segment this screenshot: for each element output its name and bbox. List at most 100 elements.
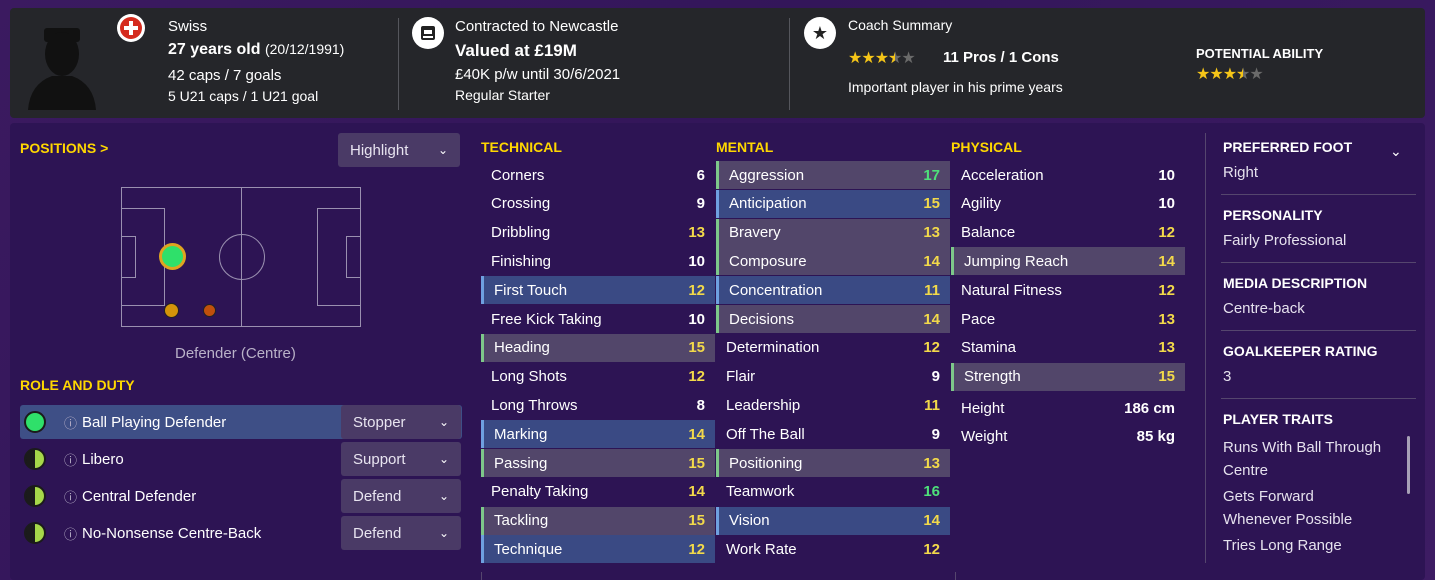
- goalkeeper-rating-value: 3: [1223, 368, 1232, 385]
- attribute-row[interactable]: Composure 14: [716, 247, 950, 276]
- duty-dropdown[interactable]: Support ⌄: [341, 442, 461, 476]
- duty-label: Defend: [353, 524, 402, 542]
- attribute-name: Composure: [729, 252, 807, 270]
- height-value: 186 cm: [1124, 399, 1175, 417]
- attribute-name: Long Throws: [491, 396, 578, 414]
- attribute-row[interactable]: Tackling 15: [481, 506, 715, 535]
- attribute-row[interactable]: Marking 14: [481, 420, 715, 449]
- position-pitch: [121, 187, 361, 327]
- attribute-row[interactable]: Vision 14: [716, 506, 950, 535]
- attribute-row[interactable]: Pace 13: [951, 305, 1185, 333]
- traits-scrollbar[interactable]: [1407, 436, 1410, 494]
- natural-position-dot[interactable]: [159, 243, 186, 270]
- attribute-row[interactable]: Strength 15: [951, 362, 1185, 391]
- attribute-row[interactable]: Anticipation 15: [716, 189, 950, 218]
- attribute-row[interactable]: Balance 12: [951, 219, 1185, 247]
- pros-cons: 11 Pros / 1 Cons: [943, 49, 1059, 66]
- contract-club: Contracted to Newcastle: [455, 18, 619, 35]
- info-icon[interactable]: ⓘ: [64, 487, 77, 506]
- unconvincing-position-dot[interactable]: [203, 304, 216, 317]
- highlight-label: Highlight: [350, 141, 409, 159]
- attribute-row[interactable]: Bravery 13: [716, 218, 950, 247]
- attribute-value: 13: [923, 454, 940, 472]
- attribute-value: 8: [696, 396, 705, 414]
- attribute-row[interactable]: Finishing 10: [481, 247, 715, 275]
- attribute-value: 11: [924, 396, 940, 414]
- attribute-row[interactable]: First Touch 12: [481, 276, 715, 305]
- attribute-row[interactable]: Determination 12: [716, 334, 950, 362]
- attribute-value: 12: [688, 368, 705, 386]
- attribute-row[interactable]: Passing 15: [481, 449, 715, 477]
- attribute-row[interactable]: Teamwork 16: [716, 478, 950, 506]
- duty-dropdown[interactable]: Defend ⌄: [341, 479, 461, 513]
- role-suitability-icon: [24, 485, 46, 507]
- duty-label: Support: [353, 450, 406, 468]
- duty-dropdown[interactable]: Stopper ⌄: [341, 405, 461, 439]
- attribute-value: 13: [688, 224, 705, 242]
- attribute-name: Decisions: [729, 310, 795, 328]
- height-row: Height 186 cm: [951, 394, 1185, 422]
- attribute-value: 15: [688, 512, 705, 530]
- attribute-row[interactable]: Decisions 14: [716, 305, 950, 333]
- attribute-row[interactable]: Dribbling 13: [481, 219, 715, 247]
- info-icon[interactable]: ⓘ: [64, 450, 77, 469]
- attribute-row[interactable]: Leadership 11: [716, 391, 950, 419]
- divider: [1221, 194, 1416, 195]
- accomplished-position-dot[interactable]: [164, 303, 179, 318]
- divider: [1221, 398, 1416, 399]
- attribute-row[interactable]: Jumping Reach 14: [951, 247, 1185, 276]
- chevron-down-icon: ⌄: [438, 526, 449, 540]
- attribute-row[interactable]: Free Kick Taking 10: [481, 305, 715, 333]
- attribute-row[interactable]: Stamina 13: [951, 334, 1185, 362]
- attribute-name: Strength: [964, 368, 1021, 386]
- role-suitability-icon: [24, 522, 46, 544]
- attribute-value: 14: [688, 483, 705, 501]
- attribute-row[interactable]: Aggression 17: [716, 161, 950, 189]
- attribute-name: Pace: [961, 310, 996, 328]
- duty-label: Stopper: [353, 413, 406, 431]
- chevron-down-icon: ⌄: [437, 143, 448, 157]
- attribute-value: 15: [1158, 368, 1175, 386]
- height-label: Height: [961, 399, 1005, 417]
- attribute-row[interactable]: Long Shots 12: [481, 363, 715, 391]
- attribute-name: Free Kick Taking: [491, 310, 602, 328]
- attribute-row[interactable]: Corners 6: [481, 161, 715, 189]
- attribute-row[interactable]: Flair 9: [716, 363, 950, 391]
- attribute-row[interactable]: Work Rate 12: [716, 535, 950, 563]
- info-icon[interactable]: ⓘ: [64, 524, 77, 543]
- attribute-row[interactable]: Heading 15: [481, 333, 715, 362]
- attribute-row[interactable]: Natural Fitness 12: [951, 276, 1185, 304]
- attribute-value: 13: [1158, 310, 1175, 328]
- attribute-value: 17: [923, 166, 940, 184]
- nationality: Swiss: [168, 18, 208, 35]
- attribute-row[interactable]: Agility 10: [951, 190, 1185, 218]
- attribute-name: Off The Ball: [726, 425, 805, 443]
- attribute-row[interactable]: Off The Ball 9: [716, 420, 950, 448]
- attribute-row[interactable]: Positioning 13: [716, 449, 950, 477]
- info-icon[interactable]: ⓘ: [64, 413, 77, 432]
- divider: [1221, 330, 1416, 331]
- club-crest-icon[interactable]: [412, 17, 444, 49]
- position-name: Defender (Centre): [175, 345, 296, 362]
- mental-header: MENTAL: [716, 139, 774, 155]
- chevron-down-icon[interactable]: ⌄: [1390, 143, 1402, 160]
- attribute-value: 13: [1158, 339, 1175, 357]
- attribute-value: 12: [1158, 281, 1175, 299]
- attribute-row[interactable]: Technique 12: [481, 535, 715, 564]
- attribute-name: Balance: [961, 224, 1016, 242]
- player-value: Valued at £19M: [455, 41, 577, 60]
- highlight-dropdown[interactable]: Highlight ⌄: [338, 133, 460, 167]
- duty-dropdown[interactable]: Defend ⌄: [341, 516, 461, 550]
- international-caps: 42 caps / 7 goals: [168, 67, 282, 84]
- attribute-row[interactable]: Crossing 9: [481, 190, 715, 218]
- attribute-row[interactable]: Penalty Taking 14: [481, 478, 715, 506]
- divider: [955, 572, 956, 580]
- attribute-row[interactable]: Acceleration 10: [951, 161, 1185, 189]
- divider: [481, 572, 482, 580]
- divider: [789, 18, 790, 110]
- positions-link[interactable]: POSITIONS >: [20, 140, 108, 156]
- attribute-value: 14: [923, 252, 940, 270]
- attribute-row[interactable]: Long Throws 8: [481, 391, 715, 419]
- attribute-name: Positioning: [729, 454, 803, 472]
- attribute-row[interactable]: Concentration 11: [716, 276, 950, 305]
